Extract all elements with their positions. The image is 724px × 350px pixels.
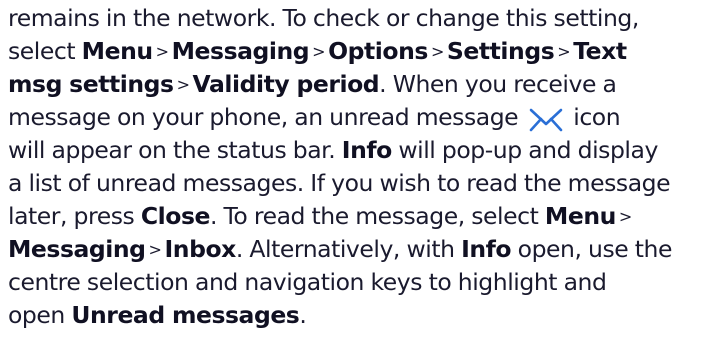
text-line-5: will appear on the status bar. Info will… bbox=[8, 134, 718, 167]
settings-term: Settings bbox=[446, 37, 555, 65]
path-separator: > bbox=[176, 75, 190, 94]
info-term: Info bbox=[461, 235, 512, 263]
line-10-text-end: . bbox=[299, 301, 307, 329]
text-line-2: select Menu > Messaging > Options > Settings > T… bbox=[8, 35, 718, 68]
text-line-4: message on your phone, an unread message… bbox=[8, 101, 718, 134]
text-line-7: later, press Close. To read the message,… bbox=[8, 200, 718, 233]
menu-term: Menu bbox=[544, 202, 616, 230]
text-line-6: a list of unread messages. If you wish t… bbox=[8, 167, 718, 200]
messaging-term: Messaging bbox=[8, 235, 146, 263]
validity-period-term: Validity period bbox=[192, 70, 380, 98]
manual-text-page: remains in the network. To check or chan… bbox=[0, 0, 724, 350]
close-term: Close bbox=[140, 202, 211, 230]
line-2-text: select bbox=[8, 37, 76, 65]
line-5-text: will appear on the status bar. bbox=[8, 136, 336, 164]
line-4-text: message on your phone, an unread message bbox=[8, 103, 519, 131]
line-6-text: a list of unread messages. If you wish t… bbox=[8, 169, 671, 197]
line-7-text: later, press bbox=[8, 202, 135, 230]
path-separator: > bbox=[312, 42, 326, 61]
path-separator: > bbox=[618, 207, 632, 226]
line-8-text: . Alternatively, with bbox=[235, 235, 455, 263]
msg-settings-term: msg settings bbox=[8, 70, 174, 98]
path-separator: > bbox=[430, 42, 444, 61]
text-term: Text bbox=[573, 37, 627, 65]
text-line-10: open Unread messages. bbox=[8, 299, 718, 332]
menu-term: Menu bbox=[81, 37, 153, 65]
line-8-text-end: open, use the bbox=[517, 235, 673, 263]
line-9-text: centre selection and navigation keys to … bbox=[8, 268, 607, 296]
messaging-term: Messaging bbox=[171, 37, 310, 65]
line-5-text-end: will pop-up and display bbox=[398, 136, 658, 164]
path-separator: > bbox=[155, 42, 169, 61]
path-separator: > bbox=[148, 240, 162, 259]
line-3-text: . When you receive a bbox=[379, 70, 617, 98]
unread-messages-term: Unread messages bbox=[71, 301, 300, 329]
line-4-text-end: icon bbox=[573, 103, 621, 131]
line-1-text: remains in the network. To check or chan… bbox=[8, 4, 639, 32]
text-line-8: Messaging > Inbox. Alternatively, with Inf… bbox=[8, 233, 718, 266]
text-line-1: remains in the network. To check or chan… bbox=[8, 2, 718, 35]
text-line-9: centre selection and navigation keys to … bbox=[8, 266, 718, 299]
inbox-term: Inbox bbox=[164, 235, 237, 263]
line-10-text: open bbox=[8, 301, 65, 329]
path-separator: > bbox=[557, 42, 571, 61]
envelope-icon bbox=[529, 106, 563, 132]
text-line-3: msg settings > Validity period. When you r… bbox=[8, 68, 718, 101]
options-term: Options bbox=[328, 37, 428, 65]
info-term: Info bbox=[341, 136, 392, 164]
line-7-text-mid: . To read the message, select bbox=[209, 202, 539, 230]
